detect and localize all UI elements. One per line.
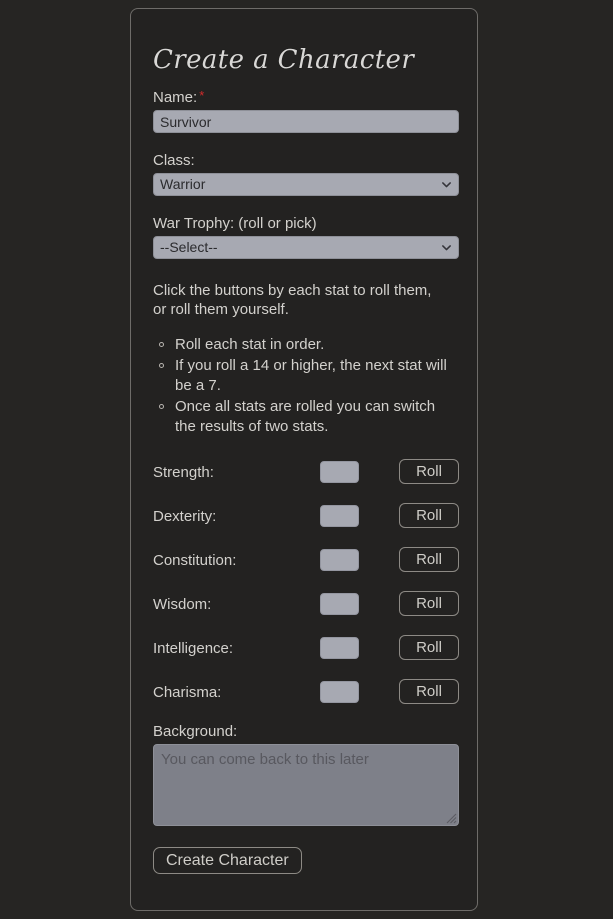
- bullet-circle-icon: [159, 363, 164, 368]
- class-field-group: Class: Warrior: [153, 152, 459, 196]
- stat-input-wisdom[interactable]: [320, 593, 359, 615]
- instructions-text: Click the buttons by each stat to roll t…: [153, 282, 432, 318]
- stat-label: Strength:: [153, 464, 214, 481]
- class-label: Class:: [153, 152, 195, 169]
- character-creation-panel: Create a Character Name:* Class: Warrior…: [130, 8, 478, 911]
- submit-block: Create Character: [153, 847, 459, 874]
- stat-row-constitution: Constitution: Roll: [153, 547, 459, 577]
- war-trophy-field-group: War Trophy: (roll or pick) --Select--: [153, 215, 459, 259]
- name-field-group: Name: *: [153, 89, 459, 133]
- roll-button-constitution[interactable]: Roll: [399, 547, 459, 572]
- bullet-circle-icon: [159, 404, 164, 409]
- roll-button-wisdom[interactable]: Roll: [399, 591, 459, 616]
- war-trophy-select[interactable]: --Select--: [153, 236, 459, 259]
- stat-input-constitution[interactable]: [320, 549, 359, 571]
- name-input[interactable]: [153, 110, 459, 133]
- rule-text: Roll each stat in order.: [175, 336, 325, 353]
- create-character-button[interactable]: Create Character: [153, 847, 302, 874]
- stat-label: Wisdom:: [153, 596, 212, 613]
- list-item: Roll each stat in order.: [153, 335, 459, 355]
- stats-block: Strength: Roll Dexterity: Roll Constitut…: [153, 459, 459, 709]
- required-asterisk-icon: *: [199, 88, 205, 103]
- stat-label: Intelligence:: [153, 640, 234, 657]
- name-label: Name: *: [153, 89, 459, 107]
- list-item: Once all stats are rolled you can switch…: [153, 397, 459, 437]
- background-textarea[interactable]: [153, 744, 459, 826]
- rule-text: If you roll a 14 or higher, the next sta…: [175, 357, 447, 394]
- stat-row-intelligence: Intelligence: Roll: [153, 635, 459, 665]
- war-trophy-label: War Trophy: (roll or pick): [153, 215, 317, 232]
- roll-button-intelligence[interactable]: Roll: [399, 635, 459, 660]
- stat-input-dexterity[interactable]: [320, 505, 359, 527]
- roll-button-strength[interactable]: Roll: [399, 459, 459, 484]
- background-label: Background:: [153, 723, 238, 740]
- rules-list: Roll each stat in order. If you roll a 1…: [153, 335, 459, 437]
- list-item: If you roll a 14 or higher, the next sta…: [153, 356, 459, 396]
- background-textarea-wrap: [153, 744, 459, 826]
- bullet-circle-icon: [159, 342, 164, 347]
- stat-input-intelligence[interactable]: [320, 637, 359, 659]
- stat-row-strength: Strength: Roll: [153, 459, 459, 489]
- roll-button-dexterity[interactable]: Roll: [399, 503, 459, 528]
- class-select-value[interactable]: Warrior: [153, 173, 459, 196]
- rule-text: Once all stats are rolled you can switch…: [175, 398, 436, 435]
- class-select[interactable]: Warrior: [153, 173, 459, 196]
- page-title: Create a Character: [153, 45, 415, 75]
- stat-input-strength[interactable]: [320, 461, 359, 483]
- background-field-group: Background:: [153, 723, 459, 826]
- stat-label: Constitution:: [153, 552, 237, 569]
- stat-row-charisma: Charisma: Roll: [153, 679, 459, 709]
- name-label-text: Name:: [153, 89, 198, 106]
- war-trophy-select-value[interactable]: --Select--: [153, 236, 459, 259]
- roll-button-charisma[interactable]: Roll: [399, 679, 459, 704]
- stat-row-dexterity: Dexterity: Roll: [153, 503, 459, 533]
- stat-row-wisdom: Wisdom: Roll: [153, 591, 459, 621]
- character-creation-form: Create a Character Name:* Class: Warrior…: [153, 9, 459, 874]
- stat-label: Charisma:: [153, 684, 222, 701]
- stat-input-charisma[interactable]: [320, 681, 359, 703]
- stat-label: Dexterity:: [153, 508, 217, 525]
